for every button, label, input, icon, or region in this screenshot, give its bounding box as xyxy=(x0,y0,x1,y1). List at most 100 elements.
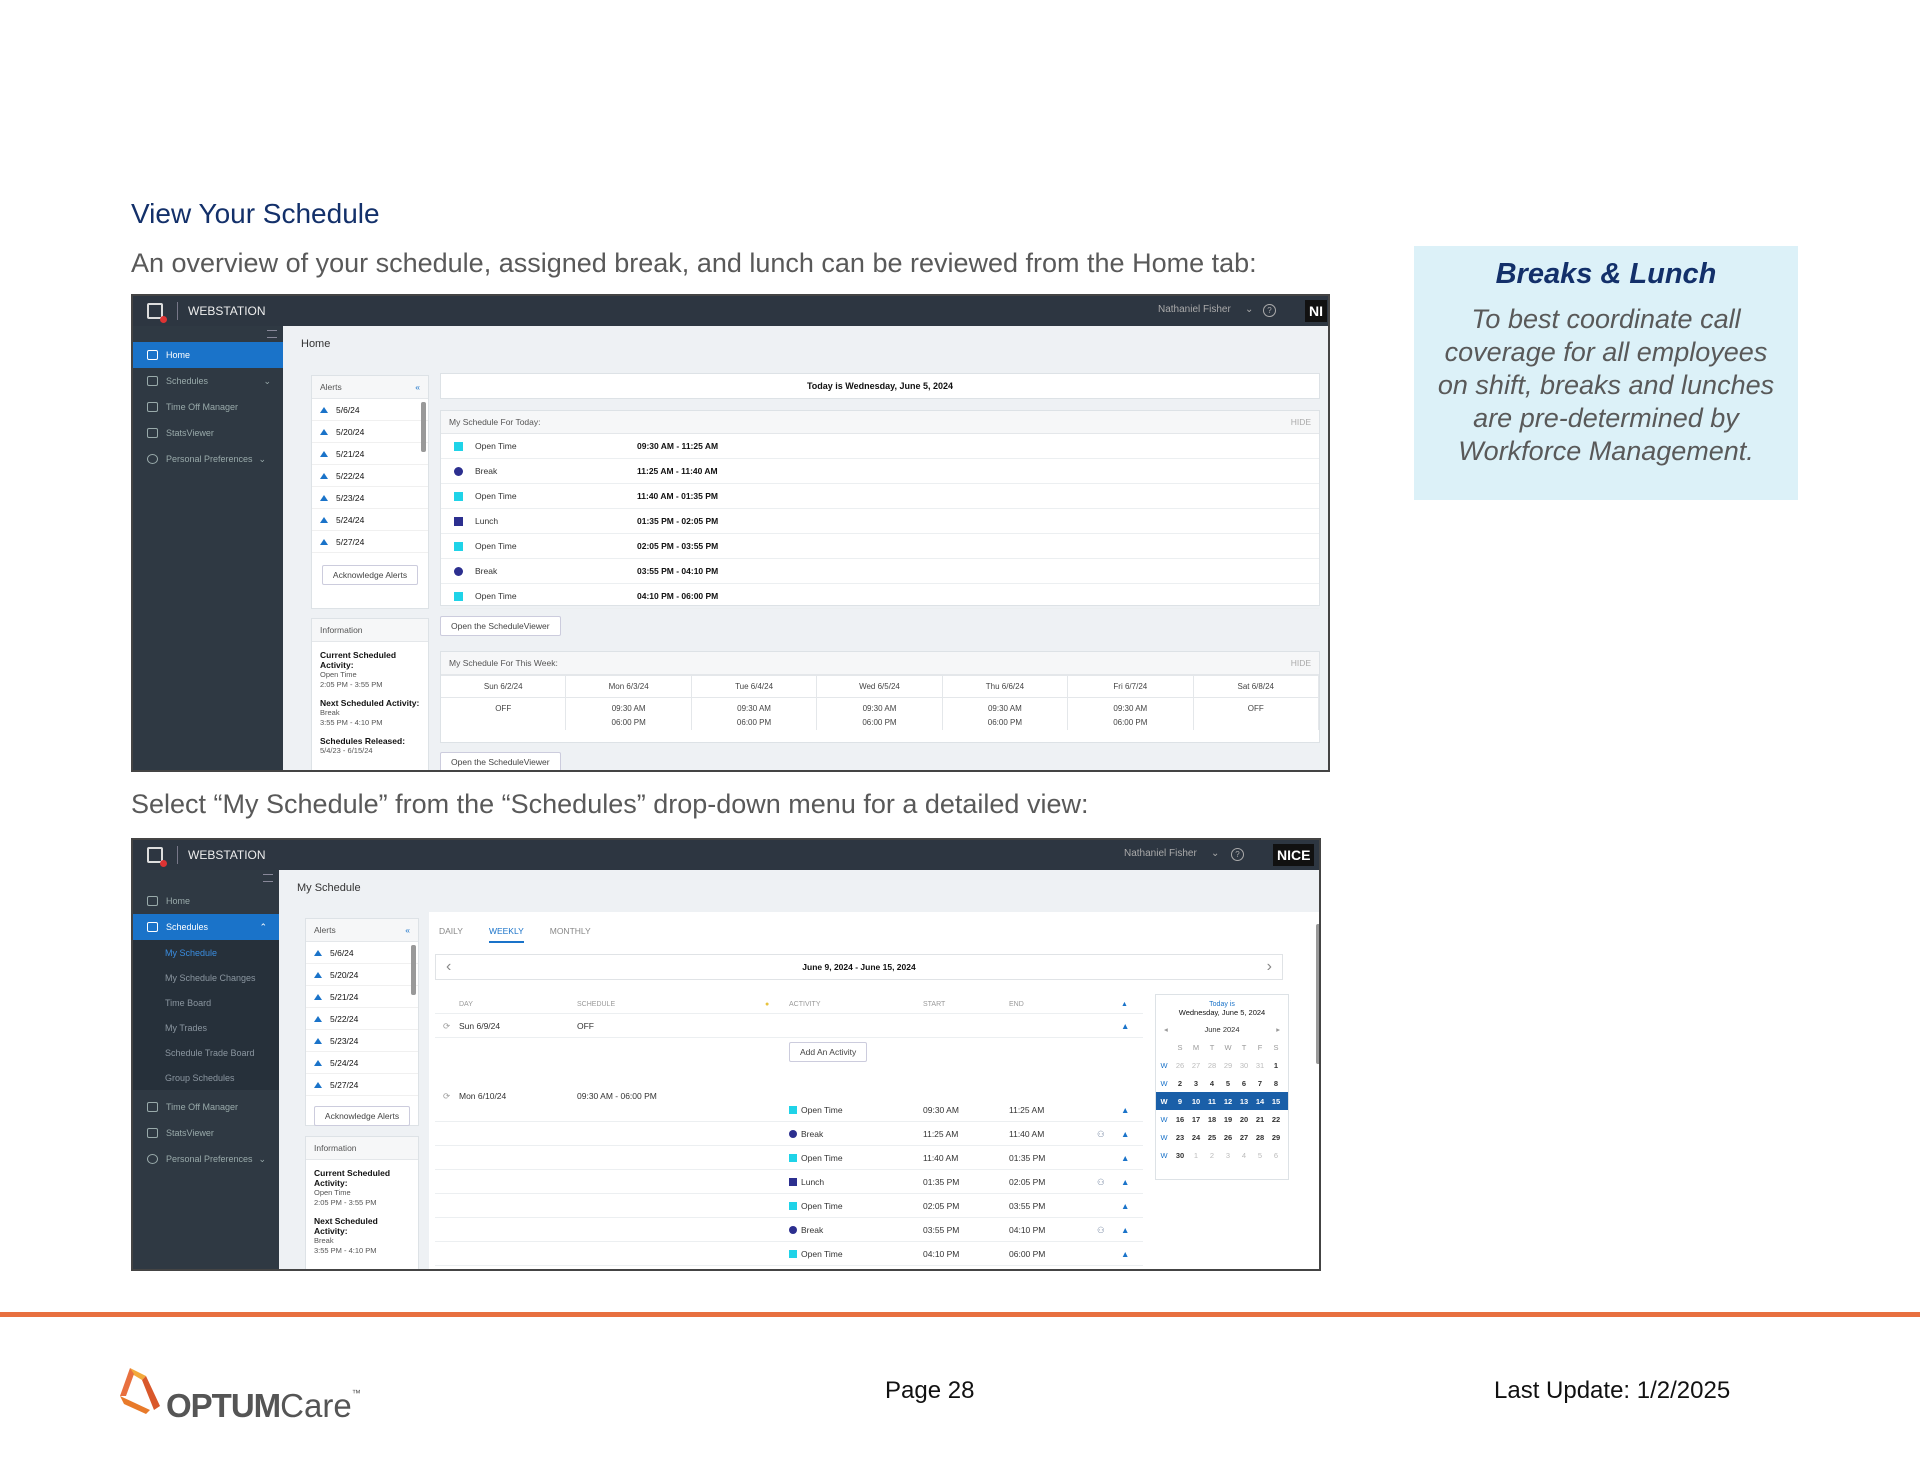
collapse-menu-icon[interactable] xyxy=(267,330,277,338)
calendar-day[interactable]: 11 xyxy=(1204,1097,1220,1106)
calendar-day[interactable]: 18 xyxy=(1204,1115,1220,1124)
calendar-day[interactable]: 6 xyxy=(1268,1151,1284,1160)
list-item[interactable]: 5/23/24 xyxy=(306,1030,418,1052)
sidebar-item-preferences[interactable]: Personal Preferences ⌄ xyxy=(133,1146,279,1172)
sidebar-item-preferences[interactable]: Personal Preferences ⌄ xyxy=(133,446,283,472)
acknowledge-alerts-button[interactable]: Acknowledge Alerts xyxy=(321,565,419,585)
sidebar-subitem[interactable]: My Schedule Changes xyxy=(133,965,279,990)
calendar-week-row[interactable]: W 16 17 18 19 20 21 22 xyxy=(1156,1110,1288,1128)
next-week-icon[interactable]: › xyxy=(1267,955,1272,979)
chevron-down-icon[interactable]: ⌄ xyxy=(1211,848,1219,859)
calendar-day[interactable]: 8 xyxy=(1268,1079,1284,1088)
list-item[interactable]: 5/20/24 xyxy=(306,964,418,986)
list-item[interactable]: 5/22/24 xyxy=(312,465,428,487)
calendar-day[interactable]: 12 xyxy=(1220,1097,1236,1106)
expand-icon[interactable]: ▲ xyxy=(1121,1129,1129,1139)
list-item[interactable]: 5/24/24 xyxy=(312,509,428,531)
list-item[interactable]: 5/24/24 xyxy=(306,1052,418,1074)
calendar-day[interactable]: 2 xyxy=(1172,1079,1188,1088)
week-marker[interactable]: W xyxy=(1156,1097,1172,1106)
week-marker[interactable]: W xyxy=(1156,1133,1172,1142)
expand-icon[interactable]: ▲ xyxy=(1121,1153,1129,1163)
previous-month-icon[interactable]: ◂ xyxy=(1164,1025,1168,1034)
calendar-day[interactable]: 3 xyxy=(1220,1151,1236,1160)
hide-link[interactable]: HIDE xyxy=(1291,417,1311,427)
calendar-week-row[interactable]: W 9 10 11 12 13 14 15 xyxy=(1156,1092,1288,1110)
calendar-day[interactable]: 20 xyxy=(1236,1115,1252,1124)
help-icon[interactable]: ? xyxy=(1231,848,1244,861)
calendar-day[interactable]: 3 xyxy=(1188,1079,1204,1088)
calendar-week-row[interactable]: W 26 27 28 29 30 31 1 xyxy=(1156,1056,1288,1074)
calendar-day[interactable]: 22 xyxy=(1268,1115,1284,1124)
refresh-icon[interactable]: ⟳ xyxy=(443,1021,450,1032)
calendar-day[interactable]: 27 xyxy=(1236,1133,1252,1142)
calendar-day[interactable]: 21 xyxy=(1252,1115,1268,1124)
sidebar-subitem[interactable]: Schedule Trade Board xyxy=(133,1040,279,1065)
calendar-day[interactable]: 5 xyxy=(1220,1079,1236,1088)
calendar-day[interactable]: 5 xyxy=(1252,1151,1268,1160)
calendar-day[interactable]: 23 xyxy=(1172,1133,1188,1142)
calendar-day[interactable]: 26 xyxy=(1220,1133,1236,1142)
expand-icon[interactable]: ▲ xyxy=(1121,1177,1129,1187)
people-icon[interactable]: ⚇ xyxy=(1097,1129,1105,1140)
calendar-day[interactable]: 16 xyxy=(1172,1115,1188,1124)
calendar-day[interactable]: 4 xyxy=(1204,1079,1220,1088)
calendar-day[interactable]: 13 xyxy=(1236,1097,1252,1106)
list-item[interactable]: 5/22/24 xyxy=(306,1008,418,1030)
calendar-day[interactable]: 14 xyxy=(1252,1097,1268,1106)
sidebar-item-home[interactable]: Home xyxy=(133,888,279,914)
calendar-day[interactable]: 1 xyxy=(1188,1151,1204,1160)
expand-icon[interactable]: ▲ xyxy=(1121,1021,1129,1031)
tab-weekly[interactable]: WEEKLY xyxy=(488,926,524,943)
sidebar-item-home[interactable]: Home xyxy=(133,342,283,368)
list-item[interactable]: 5/21/24 xyxy=(312,443,428,465)
sidebar-item-time-off[interactable]: Time Off Manager xyxy=(133,394,283,420)
calendar-day[interactable]: 10 xyxy=(1188,1097,1204,1106)
tab-monthly[interactable]: MONTHLY xyxy=(550,926,591,943)
calendar-day[interactable]: 29 xyxy=(1268,1133,1284,1142)
help-icon[interactable]: ? xyxy=(1263,304,1276,317)
calendar-day[interactable]: 4 xyxy=(1236,1151,1252,1160)
user-menu[interactable]: Nathaniel Fisher xyxy=(1158,304,1231,315)
sort-icon[interactable]: ▲ xyxy=(1121,1001,1128,1008)
people-icon[interactable]: ⚇ xyxy=(1097,1225,1105,1236)
expand-icon[interactable]: ▲ xyxy=(1121,1225,1129,1235)
sidebar-subitem[interactable]: My Trades xyxy=(133,1015,279,1040)
list-item[interactable]: 5/23/24 xyxy=(312,487,428,509)
calendar-day[interactable]: 28 xyxy=(1252,1133,1268,1142)
calendar-day[interactable]: 26 xyxy=(1172,1061,1188,1070)
sidebar-item-time-off[interactable]: Time Off Manager xyxy=(133,1094,279,1120)
sidebar-item-schedules[interactable]: Schedules ⌃ xyxy=(133,914,279,940)
calendar-day[interactable]: 6 xyxy=(1236,1079,1252,1088)
list-item[interactable]: 5/27/24 xyxy=(306,1074,418,1096)
calendar-day[interactable]: 1 xyxy=(1268,1061,1284,1070)
sidebar-subitem[interactable]: Time Board xyxy=(133,990,279,1015)
sidebar-subitem[interactable]: My Schedule xyxy=(133,940,279,965)
calendar-day[interactable]: 28 xyxy=(1204,1061,1220,1070)
expand-icon[interactable]: ▲ xyxy=(1121,1249,1129,1259)
collapse-menu-icon[interactable] xyxy=(263,874,273,882)
expand-icon[interactable]: ▲ xyxy=(1121,1201,1129,1211)
collapse-icon[interactable]: « xyxy=(415,382,420,392)
calendar-day[interactable]: 7 xyxy=(1252,1079,1268,1088)
list-item[interactable]: 5/27/24 xyxy=(312,531,428,553)
user-menu[interactable]: Nathaniel Fisher xyxy=(1124,848,1197,859)
sidebar-subitem[interactable]: Group Schedules xyxy=(133,1065,279,1090)
calendar-day[interactable]: 15 xyxy=(1268,1097,1284,1106)
calendar-day[interactable]: 17 xyxy=(1188,1115,1204,1124)
list-item[interactable]: 5/20/24 xyxy=(312,421,428,443)
calendar-week-row[interactable]: W2345678 xyxy=(1156,1074,1288,1092)
sidebar-item-statsviewer[interactable]: StatsViewer xyxy=(133,1120,279,1146)
week-marker[interactable]: W xyxy=(1156,1115,1172,1124)
previous-week-icon[interactable]: ‹ xyxy=(446,955,451,979)
next-month-icon[interactable]: ▸ xyxy=(1276,1025,1280,1034)
list-item[interactable]: 5/6/24 xyxy=(312,399,428,421)
expand-icon[interactable]: ▲ xyxy=(1121,1105,1129,1115)
week-marker[interactable]: W xyxy=(1156,1151,1172,1160)
chevron-down-icon[interactable]: ⌄ xyxy=(1245,304,1253,315)
hide-link[interactable]: HIDE xyxy=(1291,658,1311,668)
calendar-day[interactable]: 9 xyxy=(1172,1097,1188,1106)
calendar-day[interactable]: 30 xyxy=(1236,1061,1252,1070)
week-marker[interactable]: W xyxy=(1156,1079,1172,1088)
calendar-week-row[interactable]: W 30 1 2 3 4 5 6 xyxy=(1156,1146,1288,1164)
